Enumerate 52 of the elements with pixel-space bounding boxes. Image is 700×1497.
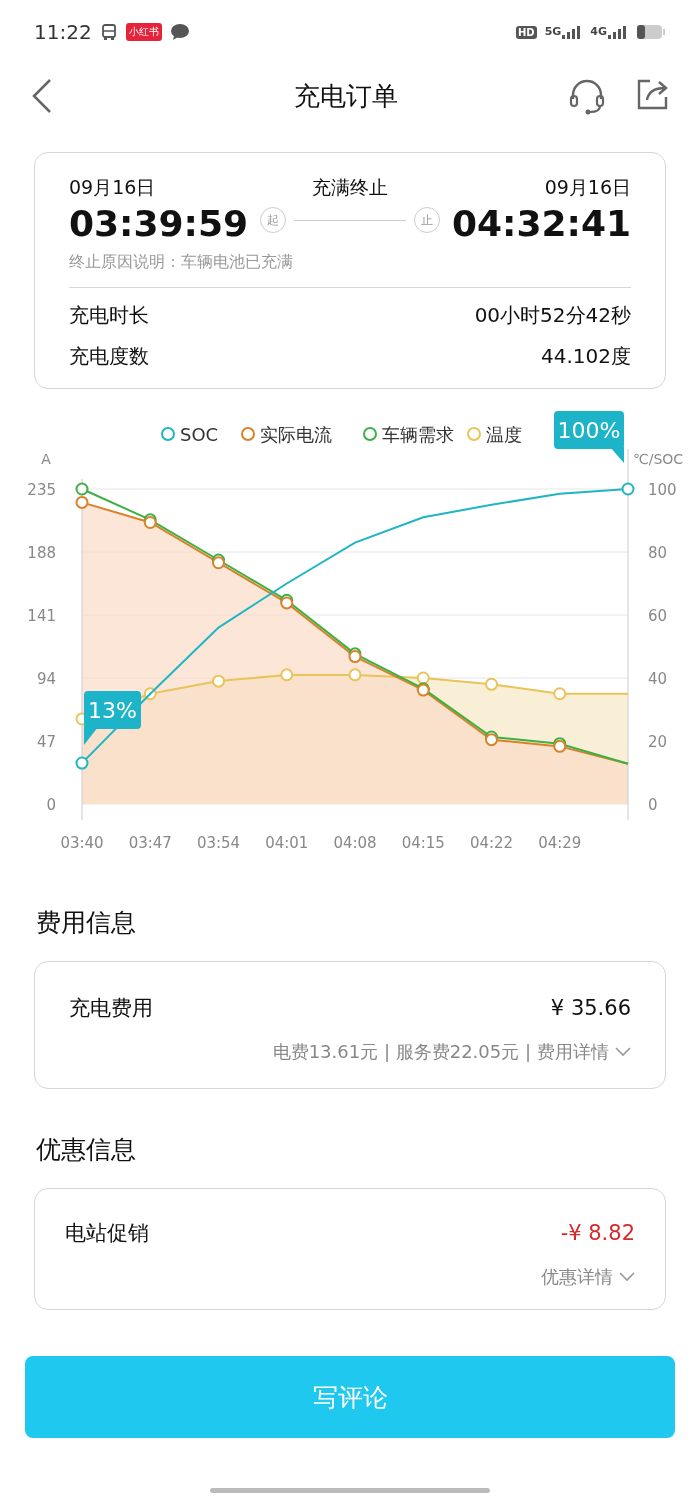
axis-label: 188 xyxy=(27,544,56,562)
row-label: 充电时长 xyxy=(69,302,149,329)
discount-label: 电站促销 xyxy=(65,1220,149,1247)
axis-label: 235 xyxy=(27,481,56,499)
status-time: 11:22 xyxy=(34,20,92,44)
axis-label: 04:22 xyxy=(469,834,514,852)
axis-label: 47 xyxy=(36,733,56,751)
section-heading: 费用信息 xyxy=(36,907,137,939)
hd-label: HD xyxy=(515,25,537,39)
axis-label: 03:54 xyxy=(196,834,241,852)
end-time: 04:32:41 xyxy=(451,203,631,244)
fee-breakdown: 电费13.61元 | 服务费22.05元 | xyxy=(272,1040,531,1064)
fee-amount: ¥ 35.66 xyxy=(550,996,631,1020)
stop-status: 充满终止 xyxy=(312,175,388,200)
axis-label: 0 xyxy=(648,796,658,814)
axis-label: 40 xyxy=(648,670,668,688)
axis-label: 141 xyxy=(27,607,56,625)
legend-label: 温度 xyxy=(486,424,522,445)
axis-label: 04:01 xyxy=(265,834,309,852)
axis-label: 94 xyxy=(36,670,56,688)
value-callout: 100% xyxy=(554,411,624,463)
axis-unit: A xyxy=(41,451,51,467)
axis-unit: ℃/SOC xyxy=(632,451,684,467)
section-heading: 优惠信息 xyxy=(36,1134,137,1166)
legend-label: 实际电流 xyxy=(260,424,332,445)
annotation: 13% xyxy=(88,698,137,724)
legend-label: SOC xyxy=(180,424,219,445)
start-date: 09月16日 xyxy=(69,175,157,200)
value-callout: 13% xyxy=(84,691,141,746)
row-value: 44.102度 xyxy=(541,343,631,370)
stop-reason: 终止原因说明：车辆电池已充满 xyxy=(69,252,631,288)
network-label: 4G xyxy=(590,25,607,38)
fee-label: 充电费用 xyxy=(69,995,153,1022)
axis-label: 04:29 xyxy=(538,834,582,852)
end-date: 09月16日 xyxy=(544,175,631,200)
row-label: 充电度数 xyxy=(69,343,149,370)
legend-label: 车辆需求 xyxy=(382,424,454,445)
axis-label: 03:47 xyxy=(128,834,172,852)
axis-label: 04:08 xyxy=(333,834,377,852)
axis-label: 03:40 xyxy=(60,834,104,852)
axis-label: 20 xyxy=(648,733,668,751)
page-title: 充电订单 xyxy=(294,79,398,113)
axis-label: 100 xyxy=(648,481,677,499)
axis-label: 60 xyxy=(648,607,668,625)
discount-amount: -¥ 8.82 xyxy=(560,1221,635,1245)
start-time: 03:39:59 xyxy=(69,203,249,244)
app-icon: 小红书 xyxy=(125,23,162,41)
network-label: 5G xyxy=(544,25,562,38)
axis-label: 04:15 xyxy=(401,834,445,852)
axis-label: 80 xyxy=(648,544,668,562)
axis-label: 0 xyxy=(46,796,56,814)
row-value: 00小时52分42秒 xyxy=(474,302,631,329)
